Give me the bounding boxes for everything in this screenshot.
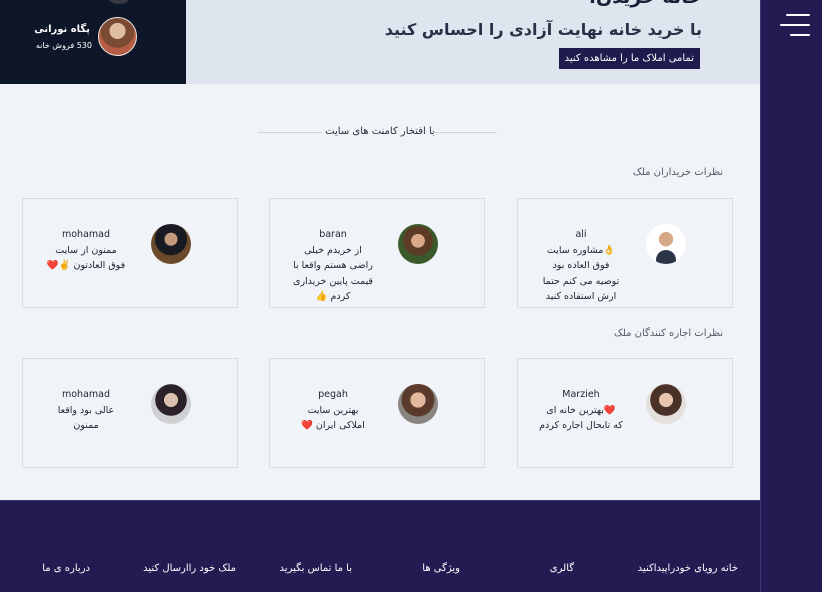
agent-sales-count: 530 فروش خانه — [35, 41, 92, 50]
comment-body: pegah بهترین سایت املاکی ایران ❤️ — [278, 387, 388, 434]
footer-link-about[interactable]: درباره ی ما — [42, 563, 90, 574]
commenter-name: ali — [575, 229, 587, 240]
view-all-properties-button[interactable]: تمامی املاک ما را مشاهده کنید — [558, 48, 700, 69]
comment-card: pegah بهترین سایت املاکی ایران ❤️ — [269, 358, 485, 468]
woman-brunette-avatar — [398, 384, 438, 424]
woman-smiling-avatar — [646, 384, 686, 424]
woman-curly-avatar — [398, 224, 438, 264]
site-footer: خانه رویای خودراپیداکنید گالری ویژگی ها … — [0, 500, 760, 592]
hero-section: پگاه نورانی 530 فروش خانه خانه خریدن. با… — [0, 0, 760, 84]
comment-body: mohamad ممنون از سایت فوق العادتون ✌️❤️ — [31, 227, 141, 274]
hero-banner: خانه خریدن. با خرید خانه نهایت آزادی را … — [186, 0, 760, 84]
agent-name: پگاه نورانی — [34, 24, 90, 35]
comment-line: بهترین سایت — [307, 404, 359, 416]
comment-line: راضی هستم واقعا با — [293, 260, 373, 271]
footer-link-find-home[interactable]: خانه رویای خودراپیداکنید — [638, 563, 738, 574]
title-divider-right — [433, 132, 497, 133]
comment-line: املاکی ایران ❤️ — [301, 420, 365, 431]
comment-line: کردم 👍 — [315, 291, 351, 302]
comment-body: Marzieh ❤️بهترین خانه ای که تابحال اجاره… — [526, 387, 636, 434]
side-menu-bar — [760, 0, 822, 592]
title-divider-left — [258, 132, 322, 133]
comment-line: توصیه می کنم حتما — [542, 275, 620, 287]
footer-link-gallery[interactable]: گالری — [550, 563, 574, 574]
man-suit-avatar — [646, 224, 686, 264]
commenter-name: Marzieh — [562, 389, 600, 400]
comment-line: فوق العادتون ✌️❤️ — [46, 260, 126, 271]
comment-card: baran از خریدم خیلی راضی هستم واقعا با ق… — [269, 198, 485, 308]
footer-link-contact[interactable]: با ما تماس بگیرید — [280, 563, 352, 574]
comment-line: قیمت پایین خریداری — [293, 275, 373, 287]
comment-card: mohamad ممنون از سایت فوق العادتون ✌️❤️ — [22, 198, 238, 308]
comment-line: ارش استفاده کنید — [545, 291, 617, 302]
comment-line: فوق العاده بود — [552, 260, 610, 271]
comment-line: عالی بود واقعا — [57, 404, 115, 416]
man-dark-avatar — [151, 224, 191, 264]
comments-section-title: با افتخار کامنت های سایت — [0, 126, 760, 137]
footer-link-features[interactable]: ویژگی ها — [422, 563, 460, 574]
agent-panel: پگاه نورانی 530 فروش خانه — [0, 0, 186, 84]
woman-dark-hair-avatar — [151, 384, 191, 424]
hamburger-menu-icon[interactable] — [780, 12, 810, 38]
comment-line: 👌مشاوره سایت — [546, 244, 616, 256]
footer-link-submit-property[interactable]: ملک خود راارسال کنید — [143, 563, 236, 574]
comment-line: از خریدم خیلی — [304, 244, 362, 256]
comment-body: ali 👌مشاوره سایت فوق العاده بود توصیه می… — [526, 227, 636, 305]
comment-card: mohamad عالی بود واقعا ممنون — [22, 358, 238, 468]
previous-agent-avatar — [104, 0, 134, 4]
comment-card: ali 👌مشاوره سایت فوق العاده بود توصیه می… — [517, 198, 733, 308]
comment-line: ممنون از سایت — [55, 244, 117, 256]
comment-body: baran از خریدم خیلی راضی هستم واقعا با ق… — [278, 227, 388, 305]
comment-card: Marzieh ❤️بهترین خانه ای که تابحال اجاره… — [517, 358, 733, 468]
commenter-name: pegah — [318, 389, 348, 400]
commenter-name: baran — [319, 229, 347, 240]
hero-subtitle: با خرید خانه نهایت آزادی را احساس کنید — [384, 20, 702, 39]
agent-avatar[interactable] — [98, 17, 137, 56]
buyers-comments-title: نظرات خریداران ملک — [632, 167, 723, 178]
commenter-name: mohamad — [61, 389, 110, 400]
section-title-text: با افتخار کامنت های سایت — [325, 126, 435, 137]
comments-section: با افتخار کامنت های سایت نظرات خریداران … — [0, 84, 760, 500]
renters-comments-title: نظرات اجاره کنندگان ملک — [613, 328, 723, 339]
comment-body: mohamad عالی بود واقعا ممنون — [31, 387, 141, 434]
comment-line: ❤️بهترین خانه ای — [546, 404, 616, 416]
comment-line: ممنون — [73, 420, 99, 431]
hero-heading: خانه خریدن. — [589, 0, 702, 8]
comment-line: که تابحال اجاره کردم — [539, 420, 623, 431]
commenter-name: mohamad — [61, 229, 110, 240]
